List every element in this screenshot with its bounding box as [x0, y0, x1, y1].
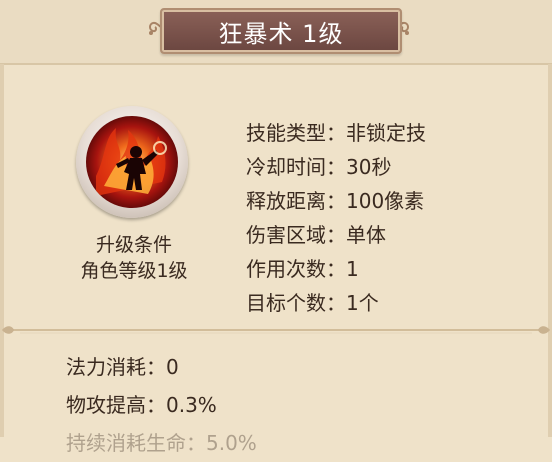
effect-value: 5.0%: [206, 431, 257, 455]
left-border: [0, 64, 4, 437]
effect-label: 持续消耗生命：: [66, 431, 206, 455]
skill-stats: 技能类型：非锁定技 冷却时间：30秒 释放距离：100像素 伤害区域：单体 作用…: [246, 116, 426, 320]
effect-attack-boost: 物攻提高：0.3%: [66, 386, 257, 424]
effect-value: 0.3%: [166, 393, 217, 417]
stat-range: 释放距离：100像素: [246, 184, 426, 218]
stat-label: 目标个数：: [246, 291, 346, 315]
upgrade-requirement: 角色等级1级: [80, 260, 188, 282]
section-divider: [2, 326, 550, 334]
skill-icon-frame: [76, 106, 188, 218]
title-banner: 狂暴术 1级: [146, 4, 412, 58]
title-plate: 狂暴术 1级: [160, 8, 402, 54]
skill-effects: 法力消耗：0 物攻提高：0.3% 持续消耗生命：5.0%: [66, 348, 257, 462]
stat-label: 冷却时间：: [246, 155, 346, 179]
stat-cooldown: 冷却时间：30秒: [246, 150, 426, 184]
stat-damage-area: 伤害区域：单体: [246, 218, 426, 252]
header-divider: [0, 63, 552, 65]
right-border: [548, 64, 552, 437]
stat-value: 1个: [346, 291, 379, 315]
stat-value: 30秒: [346, 155, 392, 179]
upgrade-condition: 升级条件 角色等级1级: [40, 232, 228, 284]
effect-value: 0: [166, 355, 179, 379]
stat-label: 作用次数：: [246, 257, 346, 281]
stat-label: 技能类型：: [246, 121, 346, 145]
stat-value: 100像素: [346, 189, 425, 213]
effect-label: 物攻提高：: [66, 393, 166, 417]
effect-hp-drain: 持续消耗生命：5.0%: [66, 424, 257, 462]
effect-label: 法力消耗：: [66, 355, 166, 379]
skill-title: 狂暴术 1级: [218, 19, 344, 48]
effect-mana-cost: 法力消耗：0: [66, 348, 257, 386]
stat-value: 非锁定技: [346, 121, 426, 145]
stat-skill-type: 技能类型：非锁定技: [246, 116, 426, 150]
stat-label: 释放距离：: [246, 189, 346, 213]
stat-label: 伤害区域：: [246, 223, 346, 247]
stat-targets: 目标个数：1个: [246, 286, 426, 320]
fire-berserker-icon: [86, 116, 178, 208]
stat-uses: 作用次数：1: [246, 252, 426, 286]
upgrade-label: 升级条件: [95, 234, 172, 256]
stat-value: 1: [346, 257, 359, 281]
stat-value: 单体: [346, 223, 386, 247]
